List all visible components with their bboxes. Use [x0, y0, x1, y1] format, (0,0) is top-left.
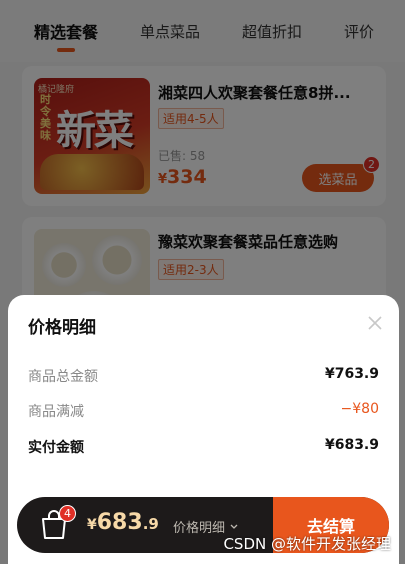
row-label: 商品满减 [28, 404, 84, 420]
row-label: 实付金额 [28, 440, 84, 456]
currency-symbol: ¥ [87, 517, 97, 533]
price-detail-label: 价格明细 [173, 521, 226, 536]
watermark: CSDN @软件开发张经理 [223, 535, 391, 553]
sheet-title: 价格明细 [28, 318, 96, 338]
row-value: ¥683.9 [324, 437, 379, 453]
row-value: ¥763.9 [324, 366, 379, 382]
chevron-down-icon [230, 524, 238, 529]
row-value: −¥80 [340, 401, 379, 417]
close-icon[interactable] [367, 315, 383, 331]
row-label: 商品总金额 [28, 369, 98, 385]
total-integer: 683 [96, 510, 143, 535]
total-price: ¥683.9 [87, 510, 159, 535]
price-row-subtotal: 商品总金额 ¥763.9 [28, 366, 379, 386]
price-row-payable: 实付金额 ¥683.9 [28, 437, 379, 457]
cart-count-badge: 4 [59, 505, 76, 522]
total-decimal: .9 [142, 515, 159, 533]
price-row-discount: 商品满减 −¥80 [28, 401, 379, 421]
